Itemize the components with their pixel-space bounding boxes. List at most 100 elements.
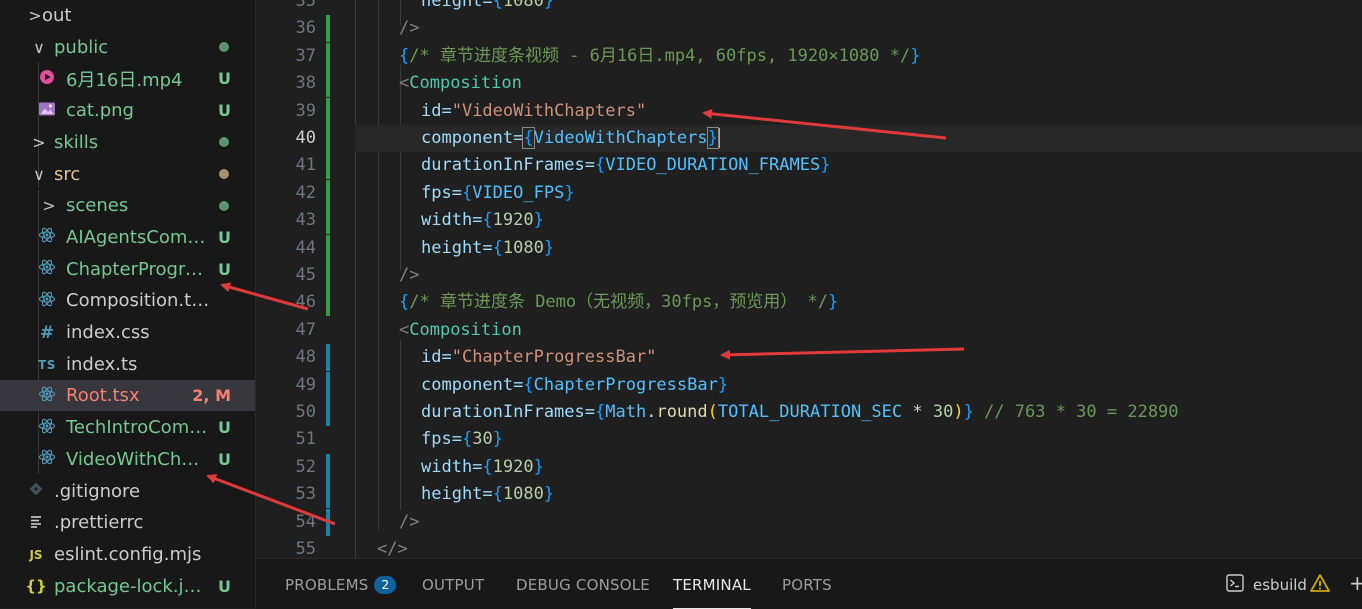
image-icon (36, 101, 58, 121)
code-token: { (522, 127, 535, 149)
explorer-item-label: out (42, 5, 72, 26)
git-status-badge: U (218, 69, 231, 89)
code-text: {/* 章节进度条视频 - 6月16日.mp4, 60fps, 1920×108… (399, 43, 921, 70)
code-line[interactable]: 37 {/* 章节进度条视频 - 6月16日.mp4, 60fps, 1920×1… (256, 42, 1362, 70)
code-line[interactable]: 38 <Composition (256, 70, 1362, 98)
gutter-change-indicator[interactable] (326, 399, 330, 426)
git-status-badge: U (218, 227, 231, 247)
gutter-change-indicator[interactable] (326, 97, 330, 125)
code-line[interactable]: 42 fps={VIDEO_FPS} (256, 179, 1362, 207)
code-line[interactable]: 51 fps={30} (256, 426, 1362, 453)
explorer-item[interactable]: # index.css (0, 317, 255, 348)
code-token: { (492, 237, 503, 258)
gutter-change-indicator[interactable] (326, 508, 330, 536)
code-text: width={1920} (421, 207, 544, 234)
code-token: id= (421, 347, 452, 368)
line-number: 40 (295, 128, 316, 148)
code-text: height={1080} (421, 235, 554, 262)
code-line[interactable]: 52 width={1920} (256, 453, 1362, 481)
code-token: { (482, 456, 493, 477)
code-line[interactable]: 53 height={1080} (256, 481, 1362, 509)
code-token: "ChapterProgressBar" (451, 347, 657, 368)
gutter-change-indicator[interactable] (326, 453, 330, 481)
tab-debug-console[interactable]: DEBUG CONSOLE (516, 576, 650, 594)
code-line[interactable]: 35 height={1080} (256, 0, 1362, 15)
explorer-item[interactable]: .prettierrc (0, 507, 255, 538)
code-line[interactable]: 50 durationInFrames={Math.round(TOTAL_DUR… (256, 399, 1362, 426)
explorer-item[interactable]: TS index.ts (0, 349, 255, 380)
gutter-change-indicator[interactable] (326, 207, 330, 235)
terminal-name[interactable]: esbuild (1253, 576, 1307, 594)
code-token: 1080 (502, 237, 544, 258)
code-token: id= (421, 100, 452, 121)
explorer-item[interactable]: ∨ public (0, 32, 255, 63)
warning-icon[interactable] (1310, 573, 1330, 593)
code-token: fps= (421, 429, 462, 450)
explorer-item[interactable]: > skills (0, 127, 255, 158)
tab-terminal[interactable]: TERMINAL (673, 576, 751, 609)
explorer-item[interactable]: ChapterProgres... U (0, 254, 255, 285)
code-text: height={1080} (421, 481, 554, 508)
explorer-item[interactable]: > out (0, 0, 255, 31)
new-terminal-icon[interactable]: + (1349, 571, 1362, 595)
code-line[interactable]: 41 durationInFrames={VIDEO_DURATION_FRAME… (256, 152, 1362, 180)
gutter-change-indicator[interactable] (326, 15, 330, 43)
tab-ports[interactable]: PORTS (782, 576, 832, 594)
gutter-change-indicator[interactable] (326, 70, 330, 98)
explorer-item[interactable]: 6月16日.mp4 U (0, 63, 255, 94)
code-line[interactable]: 55 </> (256, 536, 1362, 558)
git-status-badge: U (218, 576, 231, 596)
gutter-change-indicator[interactable] (326, 234, 330, 262)
code-line[interactable]: 49 component={ChapterProgressBar} (256, 371, 1362, 399)
explorer-item[interactable]: .gitignore (0, 476, 255, 507)
gutter-change-indicator[interactable] (326, 289, 330, 317)
gutter-change-indicator[interactable] (326, 371, 330, 399)
code-editor[interactable]: 35 height={1080} 36/> 37 {/* 章节进度条视频 - 6月16日… (256, 0, 1362, 558)
git-status-dot (219, 42, 229, 53)
code-text: id="VideoWithChapters" (421, 98, 646, 125)
explorer-item[interactable]: {} package-lock.json U (0, 571, 255, 602)
code-line[interactable]: 40 component={VideoWithChapters} (256, 125, 1362, 152)
code-token: "VideoWithChapters" (451, 100, 647, 121)
explorer-item-label: src (54, 163, 81, 185)
gutter-change-indicator[interactable] (326, 152, 330, 180)
code-line[interactable]: 43 width={1920} (256, 207, 1362, 235)
code-line[interactable]: 39 id="VideoWithChapters" (256, 97, 1362, 125)
explorer-item[interactable]: > scenes (0, 190, 255, 221)
explorer-item[interactable]: ∨ src (0, 159, 255, 190)
code-token: 30 (932, 402, 954, 422)
code-token: round (656, 402, 708, 422)
gutter-change-indicator[interactable] (326, 344, 330, 372)
code-token: { (595, 155, 606, 176)
text-cursor (717, 128, 720, 148)
code-line[interactable]: 48 id="ChapterProgressBar" (256, 344, 1362, 372)
code-line[interactable]: 47 <Composition (256, 317, 1362, 344)
explorer-item[interactable]: TechIntroComp... U (0, 412, 255, 443)
gutter-change-indicator[interactable] (326, 481, 330, 509)
code-line[interactable]: 54 /> (256, 508, 1362, 536)
explorer-item[interactable]: JS eslint.config.mjs (0, 539, 255, 570)
chevron-down-icon[interactable]: ∨ (28, 38, 50, 57)
code-line[interactable]: 44 height={1080} (256, 234, 1362, 262)
code-token: width= (421, 210, 483, 231)
code-line[interactable]: 46 {/* 章节进度条 Demo（无视频，30fps，预览用） */} (256, 289, 1362, 317)
code-line[interactable]: 36 /> (256, 15, 1362, 43)
code-token: { (492, 484, 503, 505)
tab-output[interactable]: OUTPUT (422, 576, 484, 594)
chevron-down-icon[interactable]: ∨ (28, 165, 50, 184)
code-token: } (564, 182, 575, 203)
gutter-change-indicator[interactable] (326, 125, 330, 152)
explorer-item[interactable]: Root.tsx 2, M (0, 380, 255, 412)
explorer-item[interactable]: cat.png U (0, 95, 255, 126)
explorer-item[interactable]: VideoWithChap... U (0, 444, 255, 475)
gutter-change-indicator[interactable] (326, 42, 330, 70)
tab-problems[interactable]: PROBLEMS 2 (285, 576, 397, 594)
explorer-item[interactable]: AIAgentsComp... U (0, 222, 255, 253)
chevron-right-icon[interactable]: > (28, 133, 50, 152)
explorer-item[interactable]: Composition.tsx (0, 285, 255, 316)
gutter-change-indicator[interactable] (326, 179, 330, 207)
chevron-right-icon[interactable]: > (38, 196, 60, 215)
gutter-change-indicator[interactable] (326, 262, 330, 289)
code-token: height= (421, 484, 493, 505)
code-line[interactable]: 45 /> (256, 262, 1362, 289)
